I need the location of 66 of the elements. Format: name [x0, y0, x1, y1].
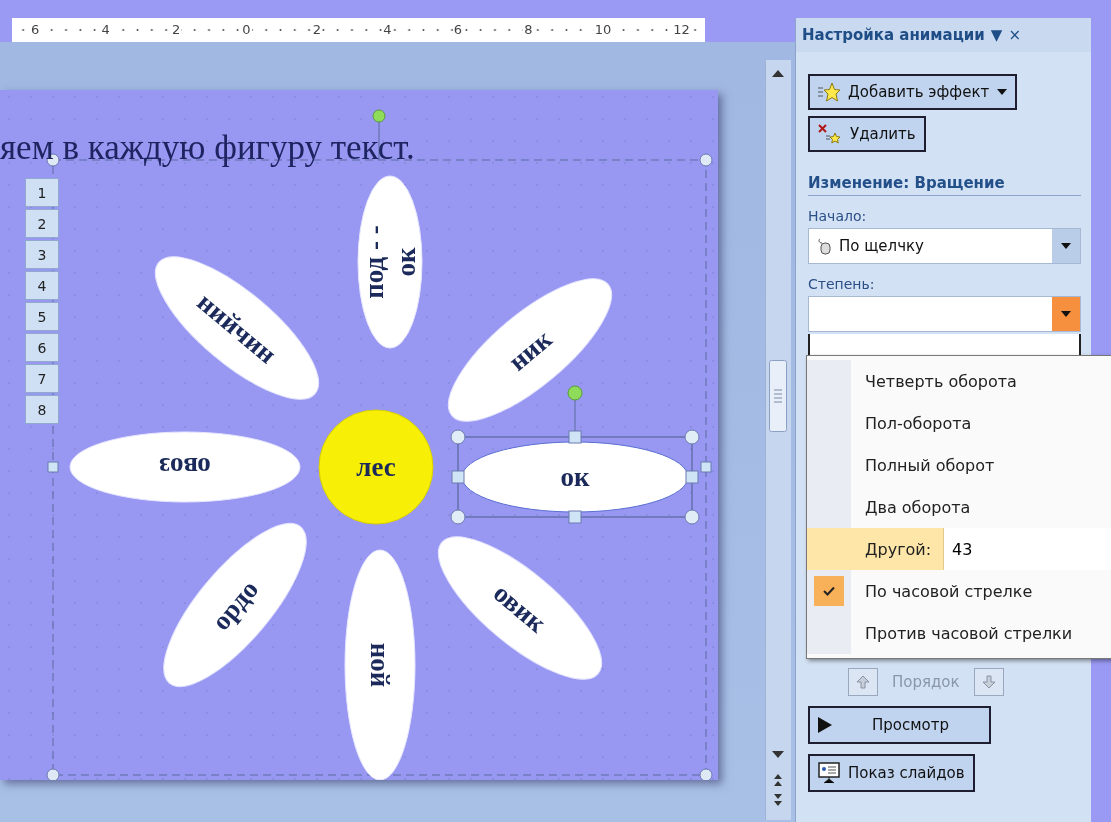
- ruler-label: 12: [672, 23, 691, 37]
- animation-order-tag[interactable]: 4: [25, 271, 59, 300]
- start-label: Начало:: [808, 208, 868, 224]
- menu-item[interactable]: Два оборота: [807, 486, 1111, 528]
- ruler-label: 4: [382, 23, 393, 37]
- center-label: лес: [356, 452, 396, 482]
- ruler-label: 2: [311, 23, 323, 37]
- delete-button[interactable]: Удалить: [808, 116, 926, 152]
- custom-degree-label: Другой:: [864, 539, 932, 559]
- scroll-up-icon[interactable]: [770, 68, 786, 78]
- animation-order-tag[interactable]: 1: [25, 178, 59, 207]
- start-value: По щелчку: [839, 237, 924, 255]
- menu-item[interactable]: По часовой стрелке: [807, 570, 1111, 612]
- petal-label: ок: [560, 462, 590, 492]
- slideshow-button[interactable]: Показ слайдов: [808, 754, 975, 792]
- menu-item[interactable]: Пол-оборота: [807, 402, 1111, 444]
- caret-icon: [1061, 311, 1071, 317]
- star-icon: [818, 82, 840, 102]
- degree-input[interactable]: 43: [943, 528, 1111, 570]
- ruler-label: 4: [100, 23, 111, 37]
- projector-screen-icon: [818, 762, 840, 784]
- petal-label: ной: [365, 642, 395, 688]
- selection-frame[interactable]: [450, 385, 700, 525]
- degree-label: Степень:: [808, 276, 876, 292]
- close-button[interactable]: ×: [1008, 26, 1021, 44]
- mouse-icon: [817, 237, 831, 255]
- ruler-label: 10: [593, 23, 613, 37]
- section-heading: Изменение: Вращение: [808, 174, 1081, 196]
- down-arrow-icon: [981, 675, 996, 689]
- ruler-label: 0: [241, 23, 252, 37]
- menu-item[interactable]: Полный оборот: [807, 444, 1111, 486]
- caret-icon: [997, 89, 1008, 95]
- petal-label: овоз: [159, 452, 211, 482]
- check-icon: [823, 586, 835, 596]
- dropdown-button[interactable]: [1052, 297, 1080, 331]
- ruler-label: 6: [30, 23, 41, 37]
- pane-menu-button[interactable]: ▼: [990, 26, 1003, 44]
- caret-icon: [1061, 243, 1071, 249]
- petal-label: под - - ок: [359, 225, 421, 299]
- petal-label: ник: [502, 323, 558, 377]
- up-arrow-icon: [856, 675, 870, 689]
- scroll-thumb[interactable]: [769, 360, 787, 432]
- ruler-label: 8: [523, 23, 534, 37]
- animation-order-tag[interactable]: 3: [25, 240, 59, 269]
- play-icon: [818, 717, 832, 733]
- dropdown-button[interactable]: [1052, 229, 1080, 263]
- pane-title: Настройка анимации: [802, 26, 985, 44]
- animation-order-tag[interactable]: 8: [25, 395, 59, 424]
- ruler-label: 6: [452, 23, 463, 37]
- add-effect-button[interactable]: Добавить эффект: [808, 74, 1018, 110]
- start-dropdown[interactable]: По щелчку: [808, 228, 1081, 264]
- order-label: Порядок: [892, 673, 960, 691]
- vertical-scrollbar[interactable]: [765, 60, 791, 820]
- menu-item[interactable]: Против часовой стрелки: [807, 612, 1111, 654]
- petal-label: овик: [487, 577, 553, 639]
- slide-title: яем в каждую фигуру текст.: [0, 128, 415, 168]
- ruler-label: 2: [170, 23, 182, 37]
- animation-order-tag[interactable]: 6: [25, 333, 59, 362]
- scroll-down-icon[interactable]: [770, 750, 786, 760]
- animation-order-tag[interactable]: 5: [25, 302, 59, 331]
- animation-order-tag[interactable]: 7: [25, 364, 59, 393]
- delete-star-icon: [818, 124, 842, 144]
- flower-center[interactable]: [318, 409, 434, 525]
- preview-button[interactable]: Просмотр: [808, 706, 991, 744]
- menu-item[interactable]: Четверть оборота: [807, 360, 1111, 402]
- animation-order-tag[interactable]: 2: [25, 209, 59, 238]
